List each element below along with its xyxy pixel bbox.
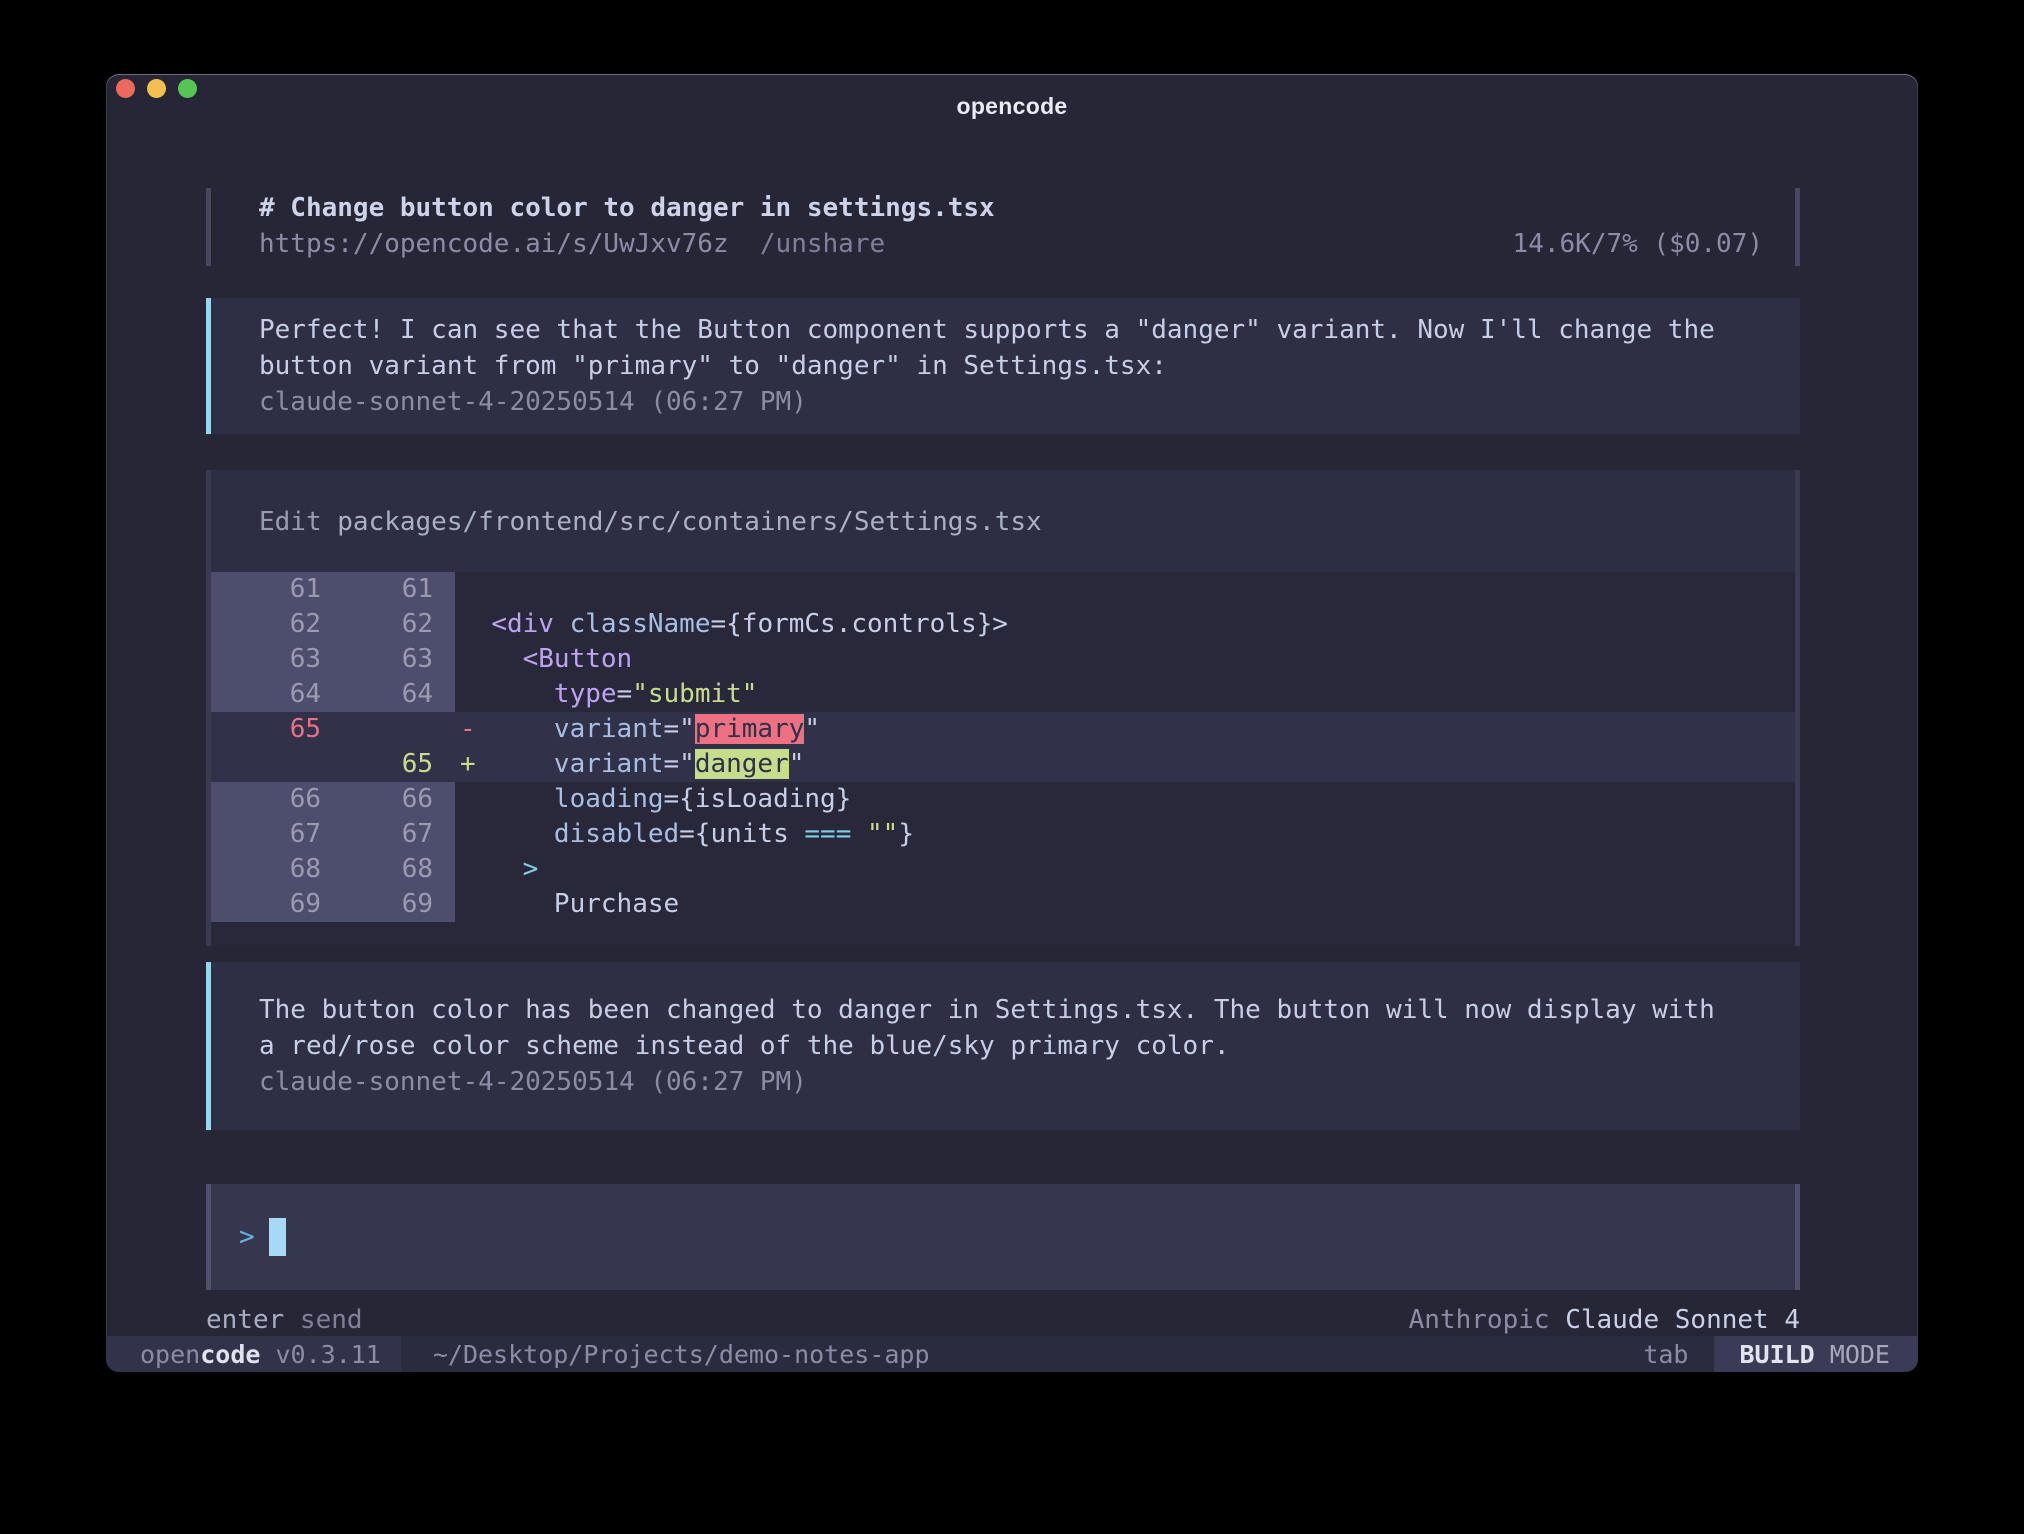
edit-tool-card: Edit packages/frontend/src/containers/Set… bbox=[206, 470, 1800, 946]
line-number-gutter: 6363 bbox=[211, 642, 455, 677]
app-name-bold: code bbox=[200, 1340, 260, 1369]
new-line-number: 63 bbox=[333, 642, 455, 677]
enter-send-hint: enter send bbox=[206, 1304, 363, 1336]
model-timestamp-meta: claude-sonnet-4-20250514 (06:27 PM) bbox=[259, 384, 1800, 420]
new-line-number: 66 bbox=[333, 782, 455, 817]
line-number-gutter: 65 bbox=[211, 712, 455, 747]
opencode-window: opencode # Change button color to danger… bbox=[106, 74, 1918, 1372]
diff-code-line: <div className={formCs.controls}> bbox=[455, 607, 1795, 642]
diff-row: 6161 bbox=[211, 572, 1795, 607]
working-directory: ~/Desktop/Projects/demo-notes-app bbox=[433, 1340, 930, 1369]
status-bar: opencode v0.3.11 ~/Desktop/Projects/demo-… bbox=[106, 1336, 1918, 1372]
diff-code-line: loading={isLoading} bbox=[455, 782, 1795, 817]
window-title: opencode bbox=[106, 93, 1918, 120]
edited-file-path: packages/frontend/src/containers/Setting… bbox=[337, 507, 1041, 537]
old-line-number: 66 bbox=[211, 782, 333, 817]
old-line-number: 65 bbox=[211, 712, 333, 747]
message-text-line: a red/rose color scheme instead of the b… bbox=[259, 1028, 1800, 1064]
line-number-gutter: 6868 bbox=[211, 852, 455, 887]
old-line-number: 67 bbox=[211, 817, 333, 852]
share-url-link[interactable]: https://opencode.ai/s/UwJxv76z bbox=[259, 226, 729, 262]
prompt-caret: > bbox=[239, 1222, 255, 1252]
old-line-number: 62 bbox=[211, 607, 333, 642]
diff-row: 6969 Purchase bbox=[211, 887, 1795, 922]
prompt-input[interactable]: > bbox=[206, 1184, 1800, 1290]
message-text-line: button variant from "primary" to "danger… bbox=[259, 348, 1800, 384]
context-usage-stats: 14.6K/7% ($0.07) bbox=[1513, 226, 1763, 262]
diff-code-line: <Button bbox=[455, 642, 1795, 677]
line-number-gutter: 6161 bbox=[211, 572, 455, 607]
mode-name-rest: MODE bbox=[1830, 1340, 1890, 1369]
diff-row: 6464 type="submit" bbox=[211, 677, 1795, 712]
session-title: # Change button color to danger in setti… bbox=[259, 190, 1763, 226]
line-number-gutter: 6262 bbox=[211, 607, 455, 642]
diff-row: 6868 > bbox=[211, 852, 1795, 887]
old-line-number: 68 bbox=[211, 852, 333, 887]
new-line-number: 68 bbox=[333, 852, 455, 887]
mode-segment[interactable]: BUILD MODE bbox=[1714, 1336, 1918, 1372]
model-indicator: Anthropic Claude Sonnet 4 bbox=[1409, 1304, 1800, 1336]
diff-row: 6767 disabled={units === ""} bbox=[211, 817, 1795, 852]
footer-hints: enter send Anthropic Claude Sonnet 4 bbox=[206, 1304, 1800, 1336]
edit-tool-header: Edit packages/frontend/src/containers/Set… bbox=[211, 470, 1795, 572]
diff-code-line: - variant="primary" bbox=[455, 712, 1795, 747]
app-version: v0.3.11 bbox=[275, 1340, 380, 1369]
diff-row: 65+ variant="danger" bbox=[211, 747, 1795, 782]
text-cursor bbox=[269, 1218, 286, 1256]
mode-name-bold: BUILD bbox=[1739, 1340, 1814, 1369]
diff-code-line: + variant="danger" bbox=[455, 747, 1795, 782]
new-line-number bbox=[333, 712, 455, 747]
old-line-number: 64 bbox=[211, 677, 333, 712]
new-line-number: 64 bbox=[333, 677, 455, 712]
diff-view: 61616262 <div className={formCs.controls… bbox=[211, 572, 1795, 946]
line-number-gutter: 6969 bbox=[211, 887, 455, 922]
diff-code-line: disabled={units === ""} bbox=[455, 817, 1795, 852]
diff-code-line: Purchase bbox=[455, 887, 1795, 922]
line-number-gutter: 6464 bbox=[211, 677, 455, 712]
diff-row: 6262 <div className={formCs.controls}> bbox=[211, 607, 1795, 642]
message-text-line: The button color has been changed to dan… bbox=[259, 992, 1800, 1028]
tab-key-hint: tab bbox=[1643, 1340, 1688, 1369]
line-number-gutter: 65 bbox=[211, 747, 455, 782]
diff-code-line bbox=[455, 572, 1795, 607]
assistant-message: Perfect! I can see that the Button compo… bbox=[206, 298, 1800, 434]
enter-key-label: enter bbox=[206, 1305, 284, 1335]
new-line-number: 61 bbox=[333, 572, 455, 607]
unshare-command[interactable]: /unshare bbox=[760, 226, 885, 262]
diff-row: 6363 <Button bbox=[211, 642, 1795, 677]
old-line-number: 69 bbox=[211, 887, 333, 922]
new-line-number: 69 bbox=[333, 887, 455, 922]
app-name-normal: open bbox=[140, 1340, 200, 1369]
old-line-number bbox=[211, 747, 333, 782]
old-line-number: 61 bbox=[211, 572, 333, 607]
model-timestamp-meta: claude-sonnet-4-20250514 (06:27 PM) bbox=[259, 1064, 1800, 1100]
session-header: # Change button color to danger in setti… bbox=[206, 188, 1800, 266]
new-line-number: 65 bbox=[333, 747, 455, 782]
provider-label: Anthropic bbox=[1409, 1305, 1550, 1335]
new-line-number: 67 bbox=[333, 817, 455, 852]
model-name-label: Claude Sonnet 4 bbox=[1565, 1305, 1800, 1335]
diff-row: 65 - variant="primary" bbox=[211, 712, 1795, 747]
send-action-label: send bbox=[300, 1305, 363, 1335]
assistant-message: The button color has been changed to dan… bbox=[206, 962, 1800, 1130]
old-line-number: 63 bbox=[211, 642, 333, 677]
line-number-gutter: 6666 bbox=[211, 782, 455, 817]
new-line-number: 62 bbox=[333, 607, 455, 642]
app-version-segment: opencode v0.3.11 bbox=[106, 1336, 401, 1372]
message-text-line: Perfect! I can see that the Button compo… bbox=[259, 312, 1800, 348]
titlebar: opencode bbox=[106, 74, 1918, 130]
line-number-gutter: 6767 bbox=[211, 817, 455, 852]
added-line-marker: + bbox=[460, 747, 476, 782]
removed-line-marker: - bbox=[460, 712, 476, 747]
diff-code-line: > bbox=[455, 852, 1795, 887]
diff-row: 6666 loading={isLoading} bbox=[211, 782, 1795, 817]
tool-action-label: Edit bbox=[259, 507, 322, 537]
diff-code-line: type="submit" bbox=[455, 677, 1795, 712]
